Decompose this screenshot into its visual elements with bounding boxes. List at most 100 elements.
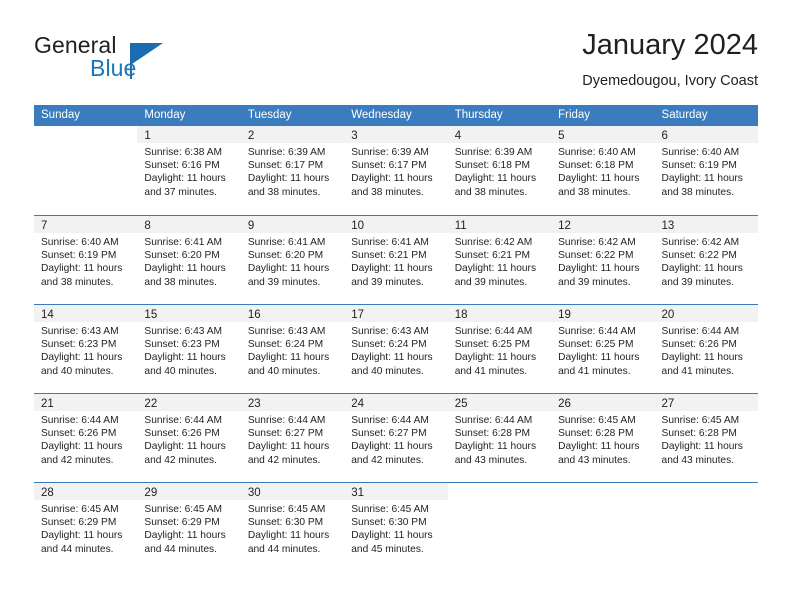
- sunset-text: Sunset: 6:17 PM: [247, 160, 324, 172]
- weekday-header-saturday: Saturday: [661, 109, 708, 121]
- daylight-text: Daylight: 11 hours and 38 minutes.: [247, 173, 330, 198]
- page-subtitle: Dyemedougou, Ivory Coast: [582, 73, 758, 89]
- sunset-text: Sunset: 6:24 PM: [247, 339, 324, 351]
- title-block: January 2024 Dyemedougou, Ivory Coast: [582, 28, 758, 91]
- day-details: Sunrise: 6:41 AM Sunset: 6:20 PM Daylight:…: [137, 233, 240, 289]
- page-header: General Blue January 2024 Dyemedougou, I…: [34, 28, 758, 96]
- day-details: Sunrise: 6:44 AM Sunset: 6:27 PM Daylight:…: [241, 411, 344, 467]
- calendar-day-cell[interactable]: 27 Sunrise: 6:45 AM Sunset: 6:28 PM Dayligh…: [654, 394, 758, 482]
- day-number-band: [551, 483, 654, 500]
- sunrise-text: Sunrise: 6:44 AM: [41, 415, 119, 426]
- sunrise-text: Sunrise: 6:39 AM: [351, 147, 429, 158]
- calendar-day-cell[interactable]: 11 Sunrise: 6:42 AM Sunset: 6:21 PM Dayligh…: [447, 216, 552, 304]
- calendar-day-cell[interactable]: 2 Sunrise: 6:39 AM Sunset: 6:17 PM Daylight…: [240, 126, 345, 215]
- sunrise-text: Sunrise: 6:45 AM: [144, 504, 223, 515]
- day-number: 17: [351, 309, 365, 321]
- sunset-text: Sunset: 6:25 PM: [454, 339, 531, 351]
- calendar-day-cell[interactable]: 15 Sunrise: 6:43 AM Sunset: 6:23 PM Dayligh…: [137, 305, 241, 393]
- weekday-header-thursday: Thursday: [454, 109, 503, 121]
- calendar-day-cell[interactable]: 14 Sunrise: 6:43 AM Sunset: 6:23 PM Dayligh…: [34, 305, 138, 393]
- day-details: Sunrise: 6:39 AM Sunset: 6:17 PM Daylight:…: [344, 143, 447, 199]
- sunset-text: Sunset: 6:26 PM: [661, 339, 737, 351]
- sunset-text: Sunset: 6:27 PM: [247, 428, 324, 440]
- brand-name-blue: Blue: [90, 55, 137, 81]
- calendar-day-cell[interactable]: 18 Sunrise: 6:44 AM Sunset: 6:25 PM Dayligh…: [447, 305, 552, 393]
- day-details: Sunrise: 6:45 AM Sunset: 6:30 PM Daylight:…: [344, 500, 447, 556]
- day-details: Sunrise: 6:45 AM Sunset: 6:28 PM Daylight:…: [551, 411, 654, 467]
- calendar-day-cell[interactable]: 13 Sunrise: 6:42 AM Sunset: 6:22 PM Dayligh…: [654, 216, 758, 304]
- sunrise-text: Sunrise: 6:43 AM: [247, 326, 326, 337]
- day-number: 26: [558, 398, 571, 410]
- calendar-day-cell[interactable]: 31 Sunrise: 6:45 AM Sunset: 6:30 PM Dayligh…: [344, 483, 448, 571]
- day-details: Sunrise: 6:42 AM Sunset: 6:22 PM Daylight:…: [551, 233, 654, 289]
- day-number-band: 10: [344, 216, 448, 233]
- calendar-day-cell[interactable]: 9 Sunrise: 6:41 AM Sunset: 6:20 PM Daylight…: [240, 216, 345, 304]
- day-details: Sunrise: 6:43 AM Sunset: 6:23 PM Daylight:…: [137, 322, 240, 378]
- day-number: 27: [661, 398, 675, 410]
- sunrise-text: Sunrise: 6:40 AM: [661, 147, 740, 158]
- daylight-text: Daylight: 11 hours and 38 minutes.: [661, 173, 743, 198]
- calendar-day-cell[interactable]: 4 Sunrise: 6:39 AM Sunset: 6:18 PM Daylight…: [447, 126, 552, 215]
- sunset-text: Sunset: 6:30 PM: [351, 517, 427, 529]
- calendar-day-cell[interactable]: 23 Sunrise: 6:44 AM Sunset: 6:27 PM Dayligh…: [240, 394, 345, 482]
- calendar-grid: Sunday Monday Tuesday Wednesday Thursday…: [34, 105, 758, 571]
- day-number-band: 11: [447, 216, 552, 233]
- brand-logo[interactable]: General Blue: [34, 32, 254, 88]
- weekday-header-friday: Friday: [558, 109, 591, 121]
- sunset-text: Sunset: 6:28 PM: [661, 428, 737, 440]
- day-number: 12: [558, 220, 571, 232]
- sunrise-text: Sunrise: 6:39 AM: [247, 147, 326, 158]
- day-number-band: 16: [240, 305, 345, 322]
- calendar-day-cell[interactable]: 28 Sunrise: 6:45 AM Sunset: 6:29 PM Dayligh…: [34, 483, 138, 571]
- calendar-day-cell[interactable]: 17 Sunrise: 6:43 AM Sunset: 6:24 PM Dayligh…: [344, 305, 448, 393]
- calendar-week-row: 21 Sunrise: 6:44 AM Sunset: 6:26 PM Dayligh…: [34, 393, 758, 482]
- weekday-header-row: Sunday Monday Tuesday Wednesday Thursday…: [34, 105, 758, 126]
- day-details: Sunrise: 6:45 AM Sunset: 6:28 PM Daylight:…: [655, 411, 758, 467]
- day-number-band: 7: [34, 216, 138, 233]
- calendar-day-cell[interactable]: 20 Sunrise: 6:44 AM Sunset: 6:26 PM Dayligh…: [654, 305, 758, 393]
- calendar-day-cell[interactable]: 22 Sunrise: 6:44 AM Sunset: 6:26 PM Dayligh…: [137, 394, 241, 482]
- day-number: 30: [247, 487, 261, 499]
- day-number: 18: [454, 309, 468, 321]
- day-number: 20: [661, 309, 675, 321]
- calendar-day-cell[interactable]: 16 Sunrise: 6:43 AM Sunset: 6:24 PM Dayligh…: [240, 305, 345, 393]
- day-number-band: [655, 483, 758, 500]
- calendar-day-cell-empty: [448, 483, 551, 571]
- calendar-day-cell[interactable]: 12 Sunrise: 6:42 AM Sunset: 6:22 PM Dayligh…: [551, 216, 655, 304]
- sunrise-text: Sunrise: 6:44 AM: [454, 415, 533, 426]
- sunset-text: Sunset: 6:26 PM: [144, 428, 220, 440]
- day-number: 6: [661, 130, 668, 142]
- sunrise-text: Sunrise: 6:45 AM: [661, 415, 740, 426]
- calendar-day-cell[interactable]: 10 Sunrise: 6:41 AM Sunset: 6:21 PM Dayligh…: [344, 216, 448, 304]
- day-number: 4: [454, 130, 462, 142]
- calendar-day-cell[interactable]: 19 Sunrise: 6:44 AM Sunset: 6:25 PM Dayligh…: [551, 305, 655, 393]
- calendar-day-cell[interactable]: 26 Sunrise: 6:45 AM Sunset: 6:28 PM Dayligh…: [551, 394, 655, 482]
- calendar-day-cell[interactable]: 30 Sunrise: 6:45 AM Sunset: 6:30 PM Dayligh…: [240, 483, 345, 571]
- calendar-day-cell[interactable]: 21 Sunrise: 6:44 AM Sunset: 6:26 PM Dayligh…: [34, 394, 138, 482]
- calendar-day-cell[interactable]: 25 Sunrise: 6:44 AM Sunset: 6:28 PM Dayligh…: [447, 394, 552, 482]
- calendar-day-cell[interactable]: 6 Sunrise: 6:40 AM Sunset: 6:19 PM Daylight…: [654, 126, 758, 215]
- day-number-band: 29: [137, 483, 241, 500]
- sunset-text: Sunset: 6:29 PM: [41, 517, 117, 529]
- daylight-text: Daylight: 11 hours and 38 minutes.: [144, 263, 226, 288]
- calendar-day-cell[interactable]: 5 Sunrise: 6:40 AM Sunset: 6:18 PM Daylight…: [551, 126, 655, 215]
- daylight-text: Daylight: 11 hours and 42 minutes.: [351, 441, 433, 466]
- calendar-day-cell[interactable]: 1 Sunrise: 6:38 AM Sunset: 6:16 PM Daylight…: [137, 126, 241, 215]
- calendar-day-cell-empty: [551, 483, 654, 571]
- calendar-day-cell[interactable]: 8 Sunrise: 6:41 AM Sunset: 6:20 PM Daylight…: [137, 216, 241, 304]
- day-number: 5: [558, 130, 565, 142]
- sunset-text: Sunset: 6:19 PM: [41, 250, 117, 262]
- sunrise-text: Sunrise: 6:44 AM: [351, 415, 429, 426]
- daylight-text: Daylight: 11 hours and 40 minutes.: [41, 352, 123, 377]
- day-number: 28: [41, 487, 54, 499]
- day-number: 19: [558, 309, 571, 321]
- day-details: Sunrise: 6:44 AM Sunset: 6:25 PM Daylight:…: [551, 322, 654, 378]
- calendar-day-cell[interactable]: 29 Sunrise: 6:45 AM Sunset: 6:29 PM Dayligh…: [137, 483, 241, 571]
- calendar-day-cell[interactable]: 24 Sunrise: 6:44 AM Sunset: 6:27 PM Dayligh…: [344, 394, 448, 482]
- calendar-day-cell[interactable]: 7 Sunrise: 6:40 AM Sunset: 6:19 PM Daylight…: [34, 216, 138, 304]
- daylight-text: Daylight: 11 hours and 39 minutes.: [454, 263, 537, 288]
- sunset-text: Sunset: 6:25 PM: [558, 339, 634, 351]
- day-number: 21: [41, 398, 54, 410]
- sunset-text: Sunset: 6:21 PM: [454, 250, 531, 262]
- calendar-day-cell[interactable]: 3 Sunrise: 6:39 AM Sunset: 6:17 PM Daylight…: [344, 126, 448, 215]
